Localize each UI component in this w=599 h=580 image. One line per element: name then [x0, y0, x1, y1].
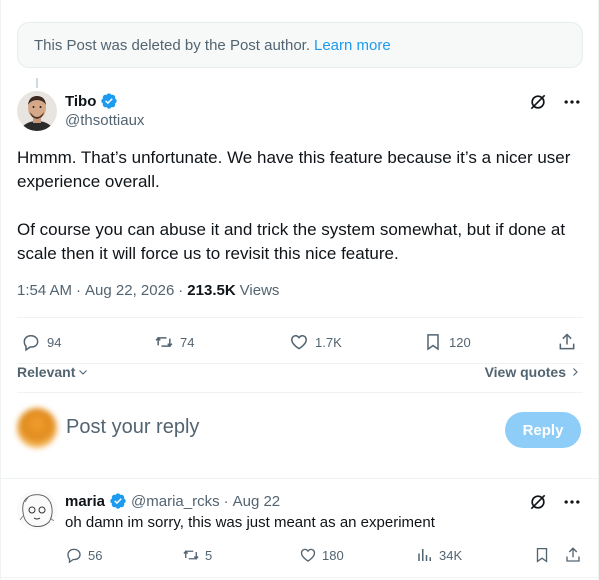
verified-badge-icon	[100, 92, 118, 110]
bookmark-count: 120	[449, 334, 471, 350]
repost-action[interactable]: 74	[154, 332, 194, 352]
post-date[interactable]: Aug 22, 2026	[85, 282, 174, 299]
sort-label: Relevant	[17, 364, 76, 380]
post-action-bar: 94 74 1.7K 120	[17, 320, 583, 364]
bookmark-icon	[427, 334, 439, 351]
more-options-icon[interactable]	[562, 92, 582, 112]
chevron-right-icon	[573, 368, 578, 376]
current-user-avatar[interactable]	[17, 408, 57, 448]
share-icon	[566, 547, 580, 562]
heart-icon	[300, 548, 316, 562]
reply-author-handle[interactable]: @maria_rcks	[131, 493, 220, 510]
reply-like-action[interactable]: 180	[299, 546, 344, 564]
reply-date[interactable]: Aug 22	[233, 493, 281, 510]
post-top-actions	[528, 92, 582, 112]
divider	[0, 478, 599, 479]
post-paragraph: Of course you can abuse it and trick the…	[17, 220, 566, 263]
repost-icon	[183, 550, 199, 560]
like-count: 1.7K	[315, 334, 342, 350]
like-count: 180	[322, 547, 344, 563]
sort-dropdown[interactable]: Relevant	[17, 364, 89, 380]
repost-icon	[155, 336, 173, 348]
divider	[0, 577, 599, 578]
grok-icon[interactable]	[528, 492, 548, 512]
deleted-notice-text: This Post was deleted by the Post author…	[34, 36, 310, 54]
views-chart-icon	[418, 549, 431, 561]
reply-text: oh damn im sorry, this was just meant as…	[65, 514, 435, 531]
reply-reply-action[interactable]: 56	[65, 546, 102, 564]
heart-icon	[291, 334, 307, 350]
bookmark-icon	[536, 547, 548, 563]
reply-repost-action[interactable]: 5	[182, 546, 212, 564]
share-icon	[559, 333, 575, 350]
thread-connector-line	[36, 78, 38, 88]
divider	[17, 317, 583, 318]
reply-count: 56	[88, 547, 103, 563]
reply-top-actions	[528, 492, 582, 512]
reply-icon	[67, 548, 81, 564]
chevron-down-icon	[79, 370, 88, 375]
reply-action[interactable]: 94	[21, 332, 61, 352]
views-count: 213.5K	[187, 282, 236, 299]
reply-count: 94	[47, 334, 62, 350]
author-handle[interactable]: @thsottiaux	[65, 112, 144, 129]
repost-count: 74	[180, 334, 195, 350]
reply-share-action[interactable]	[564, 546, 582, 564]
post-body: Hmmm. That’s unfortunate. We have this f…	[17, 146, 577, 266]
deleted-post-notice: This Post was deleted by the Post author…	[17, 22, 583, 68]
bookmark-action[interactable]: 120	[423, 332, 471, 352]
share-action[interactable]	[557, 332, 577, 352]
verified-badge-icon	[109, 492, 127, 510]
post-metadata: 1:54 AM · Aug 22, 2026 · 213.5K Views	[17, 282, 280, 299]
views-label: Views	[239, 282, 280, 299]
learn-more-link[interactable]: Learn more	[314, 37, 391, 54]
reply-author-avatar[interactable]	[17, 490, 57, 530]
reply-button[interactable]: Reply	[505, 412, 581, 448]
views-count: 34K	[439, 547, 463, 563]
reply-icon	[23, 335, 39, 352]
post-paragraph: Hmmm. That’s unfortunate. We have this f…	[17, 148, 571, 191]
reply-views-action[interactable]: 34K	[416, 546, 462, 564]
view-quotes-link[interactable]: View quotes	[485, 364, 581, 380]
divider	[17, 392, 583, 393]
like-action[interactable]: 1.7K	[289, 332, 342, 352]
reply-input[interactable]: Post your reply	[66, 416, 199, 439]
author-name-text: Tibo	[65, 92, 97, 110]
author-name[interactable]: Tibo	[65, 92, 118, 110]
more-options-icon[interactable]	[562, 492, 582, 512]
reply-bookmark-action[interactable]	[533, 546, 551, 564]
reply-author-name[interactable]: maria	[65, 493, 105, 510]
view-quotes-label: View quotes	[484, 364, 566, 380]
reply-header: maria @maria_rcks · Aug 22	[65, 492, 281, 510]
author-avatar[interactable]	[17, 91, 57, 131]
repost-count: 5	[205, 547, 213, 563]
grok-icon[interactable]	[528, 92, 548, 112]
post-time[interactable]: 1:54 AM	[17, 282, 72, 299]
